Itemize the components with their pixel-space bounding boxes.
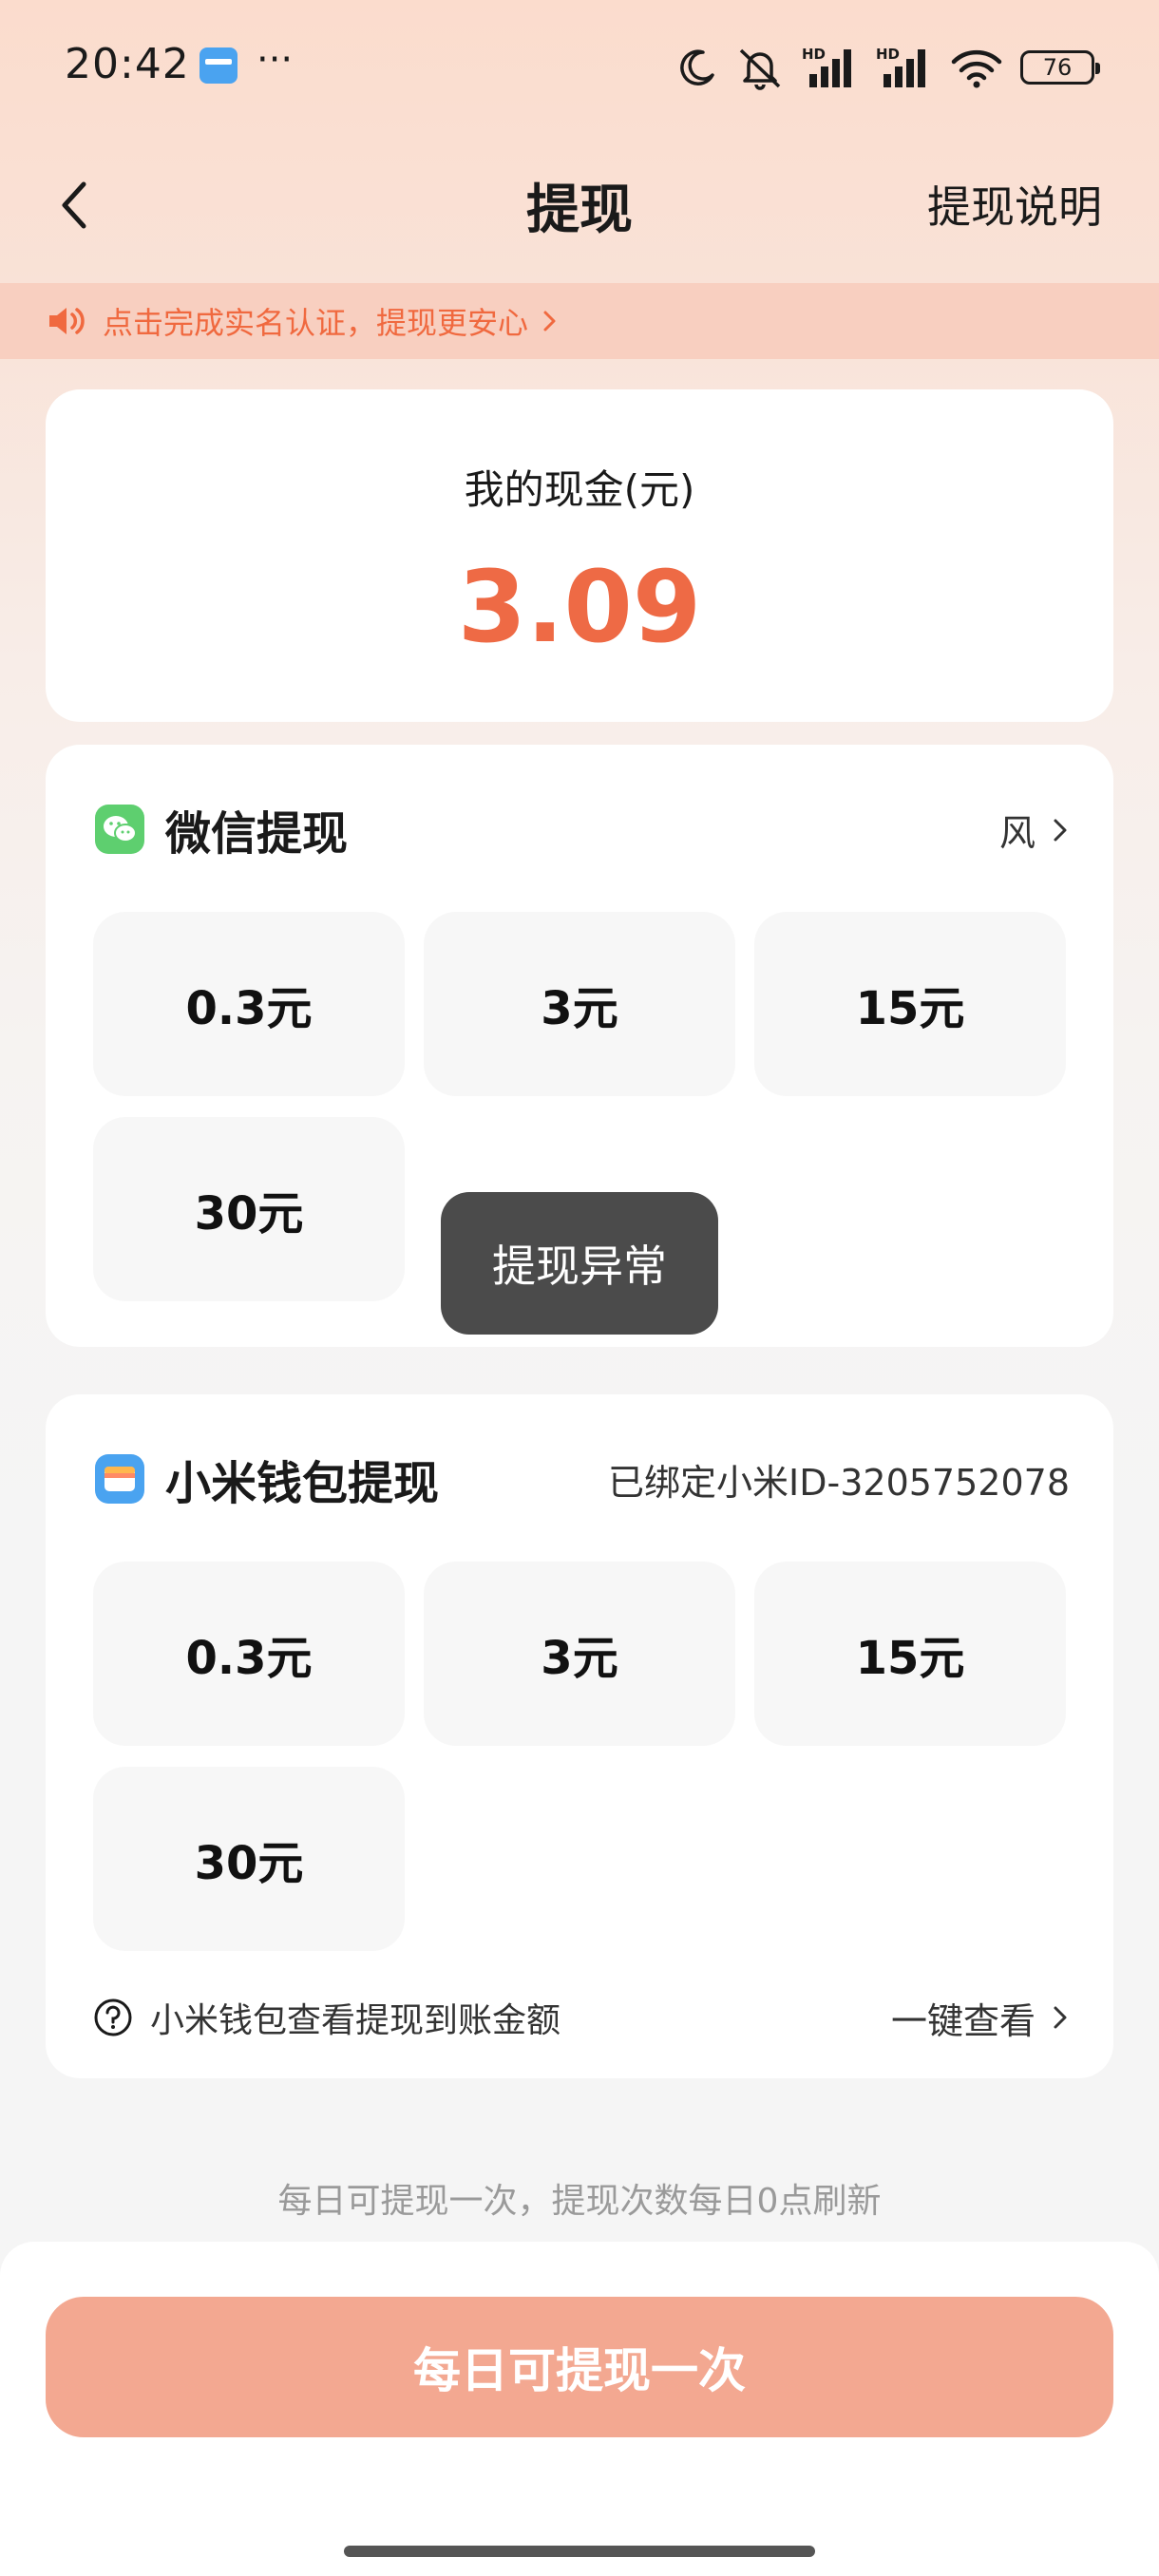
moon-icon <box>680 49 714 85</box>
wallet-section-header: 小米钱包提现 <box>95 1446 439 1512</box>
withdraw-button[interactable]: 每日可提现一次 <box>46 2297 1113 2437</box>
status-bar: 20:42 ··· HD HD 76 <box>0 0 1159 133</box>
question-circle-icon <box>94 1998 132 2036</box>
wechat-section-header: 微信提现 <box>95 796 348 862</box>
one-click-view-label: 一键查看 <box>890 1999 1036 2042</box>
wechat-account-selector[interactable]: 风 <box>999 804 1070 856</box>
more-notifications: ··· <box>256 38 294 82</box>
wechat-section-title: 微信提现 <box>165 807 349 861</box>
wallet-withdraw-card: 小米钱包提现 已绑定小米ID-3205752078 0.3元 3元 15元 30… <box>46 1394 1113 2078</box>
battery-level: 76 <box>1042 54 1073 81</box>
wallet-option-30[interactable]: 30元 <box>93 1767 405 1951</box>
chevron-right-icon <box>1054 2006 1067 2029</box>
signal-sim2: HD <box>876 46 933 89</box>
notice-text: 点击完成实名认证，提现更安心 <box>103 305 529 341</box>
wallet-help: 小米钱包查看提现到账金额 <box>93 1993 560 2042</box>
daily-limit-note: 每日可提现一次，提现次数每日0点刷新 <box>277 2182 882 2221</box>
wechat-option-30[interactable]: 30元 <box>93 1117 405 1301</box>
wallet-icon <box>95 1454 144 1504</box>
wechat-option-3[interactable]: 3元 <box>424 912 735 1096</box>
wallet-option-15[interactable]: 15元 <box>754 1562 1066 1746</box>
chevron-right-icon <box>1054 819 1067 841</box>
balance-value: 3.09 <box>457 549 702 665</box>
toast-text: 提现异常 <box>492 1241 667 1292</box>
signal-bars-icon <box>884 49 925 87</box>
bell-muted-icon <box>739 48 781 90</box>
status-icons: HD HD 76 <box>676 44 1100 91</box>
wifi-icon <box>951 49 1002 88</box>
signal-sim1: HD <box>802 46 859 89</box>
withdraw-instructions-link[interactable]: 提现说明 <box>927 173 1102 236</box>
wallet-option-0-3[interactable]: 0.3元 <box>93 1562 405 1746</box>
signal-bars-icon <box>809 49 851 87</box>
nav-bar: 提现 提现说明 <box>0 133 1159 275</box>
wallet-notification-icon <box>200 47 238 84</box>
wechat-icon <box>95 805 144 854</box>
wallet-bound-account: 已绑定小米ID-3205752078 <box>608 1453 1070 1506</box>
battery-icon: 76 <box>1020 50 1100 85</box>
wechat-account-name: 风 <box>998 812 1036 854</box>
wallet-footer: 小米钱包查看提现到账金额 一键查看 <box>93 1989 1070 2046</box>
wallet-help-text: 小米钱包查看提现到账金额 <box>150 2001 561 2040</box>
home-indicator[interactable] <box>344 2546 815 2557</box>
wechat-option-0-3[interactable]: 0.3元 <box>93 912 405 1096</box>
back-arrow-icon[interactable] <box>51 171 99 237</box>
wechat-option-15[interactable]: 15元 <box>754 912 1066 1096</box>
one-click-view-link[interactable]: 一键查看 <box>891 1992 1070 2044</box>
error-toast: 提现异常 <box>441 1192 718 1335</box>
speaker-icon <box>49 308 85 334</box>
verification-notice[interactable]: 点击完成实名认证，提现更安心 <box>0 283 1159 359</box>
balance-label: 我的现金(元) <box>464 466 695 513</box>
status-time: 20:42 <box>65 40 190 88</box>
wallet-bound-id: 已绑定小米ID-3205752078 <box>608 1462 1070 1504</box>
bottom-panel: 每日可提现一次 <box>0 2242 1159 2576</box>
page-title: 提现 <box>526 180 633 241</box>
wallet-section-title: 小米钱包提现 <box>165 1457 440 1510</box>
wallet-option-3[interactable]: 3元 <box>424 1562 735 1746</box>
chevron-right-icon <box>543 311 556 331</box>
balance-card: 我的现金(元) 3.09 <box>46 389 1113 722</box>
